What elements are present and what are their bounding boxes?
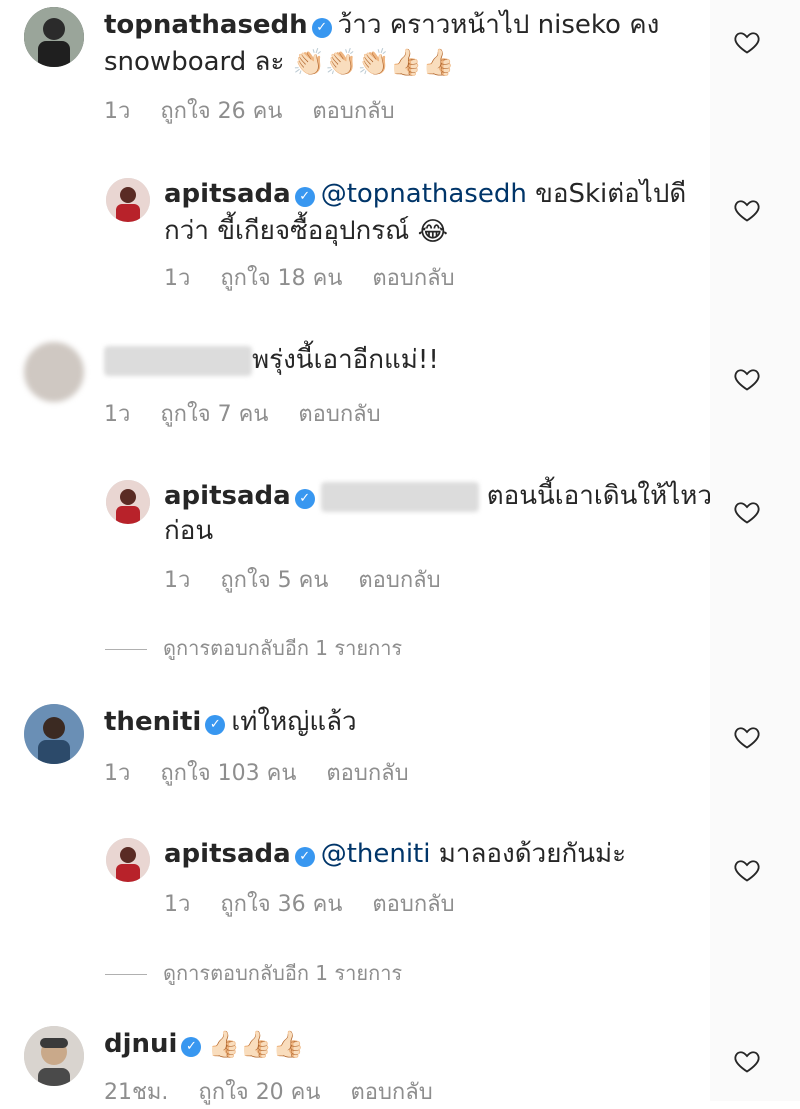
comment-meta: 1ว ถูกใจ 36 คน ตอบกลับ <box>164 886 485 921</box>
verified-badge-icon: ✓ <box>294 489 315 509</box>
view-more-replies-button[interactable]: ดูการตอบกลับอีก 1 รายการ <box>105 957 402 989</box>
comment-text: theniti ✓ เท่ใหญ่แล้ว <box>104 707 357 737</box>
timestamp: 21ชม. <box>104 1080 169 1105</box>
verified-badge-icon: ✓ <box>205 715 226 735</box>
comment-text-line2: กว่า ขี้เกียจซื้ออุปกรณ์ 😂 <box>164 213 448 250</box>
comment-text: topnathasedh ✓ ว้าว คราวหน้าไป niseko คง <box>104 10 660 40</box>
emoji: 😂 <box>417 216 448 247</box>
verified-badge-icon: ✓ <box>294 187 315 207</box>
verified-badge-icon: ✓ <box>311 18 332 38</box>
username[interactable]: apitsada <box>164 481 291 511</box>
heart-outline-icon[interactable] <box>733 1047 761 1075</box>
username[interactable]: apitsada <box>164 179 291 209</box>
username[interactable]: apitsada <box>164 839 291 869</box>
avatar[interactable] <box>24 342 84 402</box>
emoji: 👍🏻👍🏻👍🏻 <box>207 1029 305 1060</box>
timestamp: 1ว <box>164 568 191 593</box>
emoji: 👏🏻👏🏻👏🏻👍🏻👍🏻 <box>292 47 455 78</box>
likes-count[interactable]: ถูกใจ 36 คน <box>220 892 342 917</box>
avatar[interactable] <box>106 178 150 222</box>
blurred-username <box>104 345 252 376</box>
reply-button[interactable]: ตอบกลับ <box>326 761 408 786</box>
comment-text-line2: ก่อน <box>164 516 214 546</box>
comment-text: apitsada ✓ @topnathasedh ขอSkiต่อไปดี <box>164 179 687 209</box>
comment-meta: 1ว ถูกใจ 103 คน ตอบกลับ <box>104 755 439 790</box>
avatar[interactable] <box>106 838 150 882</box>
timestamp: 1ว <box>104 761 131 786</box>
mention-link[interactable]: @topnathasedh <box>321 179 527 209</box>
likes-count[interactable]: ถูกใจ 103 คน <box>160 761 296 786</box>
timestamp: 1ว <box>164 892 191 917</box>
heart-outline-icon[interactable] <box>733 723 761 751</box>
divider-line <box>105 649 147 650</box>
comment-meta: 21ชม. ถูกใจ 20 คน ตอบกลับ <box>104 1074 463 1109</box>
blurred-mention <box>320 481 479 512</box>
likes-count[interactable]: ถูกใจ 7 คน <box>160 402 268 427</box>
likes-count[interactable]: ถูกใจ 5 คน <box>220 568 328 593</box>
heart-outline-icon[interactable] <box>733 498 761 526</box>
mention-link[interactable]: @theniti <box>321 839 431 869</box>
comment-meta: 1ว ถูกใจ 18 คน ตอบกลับ <box>164 260 485 295</box>
username[interactable]: theniti <box>104 707 201 737</box>
reply-button[interactable]: ตอบกลับ <box>372 266 454 291</box>
timestamp: 1ว <box>104 402 131 427</box>
comment-text: apitsada ✓ ตอนนี้เอาเดินให้ไหว <box>164 481 713 512</box>
comment-text: djnui ✓ 👍🏻👍🏻👍🏻 <box>104 1026 305 1063</box>
avatar[interactable] <box>106 480 150 524</box>
divider-line <box>105 974 147 975</box>
heart-outline-icon[interactable] <box>733 28 761 56</box>
heart-outline-icon[interactable] <box>733 856 761 884</box>
reply-button[interactable]: ตอบกลับ <box>298 402 380 427</box>
avatar[interactable] <box>24 1026 84 1086</box>
heart-outline-icon[interactable] <box>733 365 761 393</box>
likes-count[interactable]: ถูกใจ 20 คน <box>198 1080 320 1105</box>
comment-meta: 1ว ถูกใจ 5 คน ตอบกลับ <box>164 562 471 597</box>
comment-meta: 1ว ถูกใจ 26 คน ตอบกลับ <box>104 93 425 128</box>
likes-count[interactable]: ถูกใจ 26 คน <box>160 99 282 124</box>
reply-button[interactable]: ตอบกลับ <box>372 892 454 917</box>
reply-button[interactable]: ตอบกลับ <box>350 1080 432 1105</box>
view-more-replies-button[interactable]: ดูการตอบกลับอีก 1 รายการ <box>105 632 402 664</box>
heart-outline-icon[interactable] <box>733 196 761 224</box>
timestamp: 1ว <box>164 266 191 291</box>
comment-text: พรุ่งนี้เอาอีกแม่!! <box>104 342 439 378</box>
verified-badge-icon: ✓ <box>181 1037 202 1057</box>
username[interactable]: topnathasedh <box>104 10 308 40</box>
avatar[interactable] <box>24 7 84 67</box>
comment-text-line2: snowboard ละ 👏🏻👏🏻👏🏻👍🏻👍🏻 <box>104 44 455 81</box>
verified-badge-icon: ✓ <box>294 847 315 867</box>
reply-button[interactable]: ตอบกลับ <box>358 568 440 593</box>
timestamp: 1ว <box>104 99 131 124</box>
likes-count[interactable]: ถูกใจ 18 คน <box>220 266 342 291</box>
comment-meta: 1ว ถูกใจ 7 คน ตอบกลับ <box>104 396 411 431</box>
username[interactable]: djnui <box>104 1029 177 1059</box>
right-panel-strip <box>710 0 800 1101</box>
comment-text: apitsada ✓ @theniti มาลองด้วยกันม่ะ <box>164 839 627 869</box>
reply-button[interactable]: ตอบกลับ <box>312 99 394 124</box>
avatar[interactable] <box>24 704 84 764</box>
